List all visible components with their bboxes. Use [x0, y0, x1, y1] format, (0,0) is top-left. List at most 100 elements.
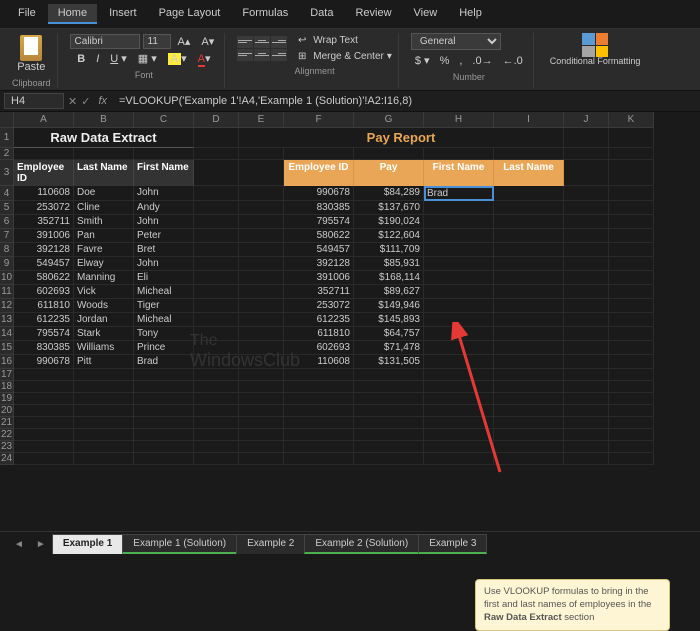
dec-decimal-button[interactable]: ←.0: [499, 52, 527, 69]
cell[interactable]: [564, 271, 609, 285]
menu-home[interactable]: Home: [48, 4, 97, 24]
cell[interactable]: [354, 441, 424, 453]
col-header-K[interactable]: K: [609, 112, 654, 128]
pay-empid[interactable]: 612235: [284, 313, 354, 327]
raw-empid[interactable]: 253072: [14, 201, 74, 215]
cell[interactable]: [494, 453, 564, 465]
row-header[interactable]: 4: [0, 186, 14, 201]
cell[interactable]: [74, 148, 134, 160]
pay-lastname[interactable]: [494, 186, 564, 201]
cell[interactable]: [239, 257, 284, 271]
pay-firstname[interactable]: [424, 313, 494, 327]
cell[interactable]: [194, 160, 239, 186]
cell[interactable]: [424, 417, 494, 429]
raw-lastname[interactable]: Stark: [74, 327, 134, 341]
spreadsheet-grid[interactable]: ABCDEFGHIJK1Raw Data ExtractPay Report23…: [0, 112, 700, 465]
cell[interactable]: [194, 229, 239, 243]
pay-firstname[interactable]: [424, 271, 494, 285]
cell[interactable]: [564, 453, 609, 465]
fx-accept-icon[interactable]: ✓: [81, 95, 90, 108]
pay-amount[interactable]: $64,757: [354, 327, 424, 341]
cell[interactable]: [494, 369, 564, 381]
cell[interactable]: [609, 257, 654, 271]
row-header[interactable]: 5: [0, 201, 14, 215]
cell-reference-input[interactable]: [4, 93, 64, 109]
font-color-button[interactable]: A▾: [194, 50, 215, 67]
col-header-E[interactable]: E: [239, 112, 284, 128]
raw-lastname[interactable]: Pan: [74, 229, 134, 243]
pay-lastname[interactable]: [494, 229, 564, 243]
formula-input[interactable]: [115, 94, 696, 108]
cell[interactable]: [194, 285, 239, 299]
cell[interactable]: [609, 341, 654, 355]
row-header[interactable]: 11: [0, 285, 14, 299]
row-header[interactable]: 15: [0, 341, 14, 355]
cell[interactable]: [239, 201, 284, 215]
pay-empid[interactable]: 352711: [284, 285, 354, 299]
cell[interactable]: [134, 453, 194, 465]
pay-lastname[interactable]: [494, 355, 564, 369]
col-header-B[interactable]: B: [74, 112, 134, 128]
pay-lastname[interactable]: [494, 215, 564, 229]
pay-lastname[interactable]: [494, 299, 564, 313]
merge-center-button[interactable]: ⊞Merge & Center ▾: [294, 49, 392, 63]
cell[interactable]: [609, 243, 654, 257]
pay-amount[interactable]: $190,024: [354, 215, 424, 229]
cell[interactable]: [284, 381, 354, 393]
row-header[interactable]: 22: [0, 429, 14, 441]
cell[interactable]: [354, 417, 424, 429]
cell[interactable]: [564, 355, 609, 369]
cell[interactable]: [74, 405, 134, 417]
raw-firstname[interactable]: Micheal: [134, 285, 194, 299]
fx-cancel-icon[interactable]: ✕: [68, 95, 77, 108]
align-buttons[interactable]: [237, 36, 287, 61]
decrease-font-button[interactable]: A▾: [197, 33, 218, 50]
pay-lastname[interactable]: [494, 313, 564, 327]
cell[interactable]: [609, 299, 654, 313]
cell[interactable]: [354, 369, 424, 381]
inc-decimal-button[interactable]: .0→: [468, 52, 496, 69]
cell[interactable]: [564, 257, 609, 271]
cell[interactable]: [354, 381, 424, 393]
cell[interactable]: [14, 405, 74, 417]
pay-firstname[interactable]: [424, 201, 494, 215]
raw-empid[interactable]: 110608: [14, 186, 74, 201]
raw-empid[interactable]: 391006: [14, 229, 74, 243]
pay-empid[interactable]: 602693: [284, 341, 354, 355]
cell[interactable]: [354, 148, 424, 160]
cell[interactable]: [194, 417, 239, 429]
cell[interactable]: [564, 243, 609, 257]
raw-empid[interactable]: 830385: [14, 341, 74, 355]
cell[interactable]: [609, 405, 654, 417]
row-header[interactable]: 1: [0, 128, 14, 148]
cell[interactable]: [239, 453, 284, 465]
cell[interactable]: [74, 393, 134, 405]
pay-lastname[interactable]: [494, 257, 564, 271]
cell[interactable]: [194, 327, 239, 341]
cell[interactable]: [284, 393, 354, 405]
cell[interactable]: [354, 453, 424, 465]
raw-lastname[interactable]: Williams: [74, 341, 134, 355]
cell[interactable]: [284, 148, 354, 160]
cell[interactable]: [494, 148, 564, 160]
raw-lastname[interactable]: Woods: [74, 299, 134, 313]
raw-empid[interactable]: 549457: [14, 257, 74, 271]
raw-firstname[interactable]: Peter: [134, 229, 194, 243]
cell[interactable]: [14, 393, 74, 405]
cell[interactable]: [194, 271, 239, 285]
pay-empid[interactable]: 110608: [284, 355, 354, 369]
raw-lastname[interactable]: Jordan: [74, 313, 134, 327]
cell[interactable]: [354, 393, 424, 405]
raw-firstname[interactable]: John: [134, 257, 194, 271]
row-header[interactable]: 13: [0, 313, 14, 327]
raw-empid[interactable]: 795574: [14, 327, 74, 341]
raw-empid[interactable]: 580622: [14, 271, 74, 285]
cell[interactable]: [239, 271, 284, 285]
raw-firstname[interactable]: Eli: [134, 271, 194, 285]
cell[interactable]: [564, 201, 609, 215]
cell[interactable]: [609, 441, 654, 453]
cell[interactable]: [354, 429, 424, 441]
raw-firstname[interactable]: Prince: [134, 341, 194, 355]
cell[interactable]: [564, 369, 609, 381]
raw-empid[interactable]: 611810: [14, 299, 74, 313]
